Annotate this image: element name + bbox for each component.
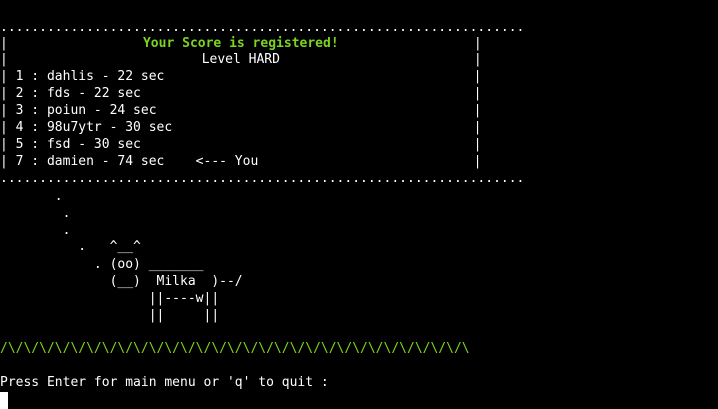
ascii-art-line: . ^__^ <box>0 239 141 254</box>
score-row: | 5 : fsd - 30 sec | <box>0 137 482 152</box>
grass-line: /\/\/\/\/\/\/\/\/\/\/\/\/\/\/\/\/\/\/\/\… <box>0 341 470 356</box>
score-registered-title: Your Score is registered! <box>142 36 339 51</box>
prompt-text: Press Enter for main menu or 'q' to quit… <box>0 375 329 390</box>
score-row: | 3 : poiun - 24 sec | <box>0 103 482 118</box>
level-label: Level HARD <box>201 52 280 67</box>
ascii-art-line: . <box>0 223 71 238</box>
score-row-current-user: | 7 : damien - 74 sec <--- You | <box>0 154 482 169</box>
score-row: | 4 : 98u7ytr - 30 sec | <box>0 120 482 135</box>
ascii-art-line: . (oo) _______ <box>0 257 204 272</box>
ascii-art-line: . <box>0 206 71 221</box>
ascii-art-line: || || <box>0 308 220 323</box>
scoreboard-border-top: ........................................… <box>0 20 525 35</box>
score-row: | 1 : dahlis - 22 sec | <box>0 69 482 84</box>
score-entry: 3 : poiun - 24 sec <box>15 103 157 118</box>
score-entry: 1 : dahlis - 22 sec <box>15 69 165 84</box>
score-row: | 2 : fds - 22 sec | <box>0 86 482 101</box>
text-cursor[interactable] <box>0 392 8 409</box>
ascii-art-line: . <box>0 189 63 204</box>
terminal-window[interactable]: ........................................… <box>0 0 718 409</box>
ascii-art-line: (__) Milka )--/ <box>0 274 243 289</box>
score-entry: 5 : fsd - 30 sec <box>15 137 141 152</box>
score-entry: 4 : 98u7ytr - 30 sec <box>15 120 173 135</box>
scoreboard-border-bottom: ........................................… <box>0 171 525 186</box>
scoreboard-level-row: | Level HARD | <box>0 52 482 67</box>
scoreboard-title-row: | Your Score is registered! | <box>0 36 482 51</box>
ascii-art-line: ||----w|| <box>0 291 220 306</box>
score-entry: 2 : fds - 22 sec <box>15 86 141 101</box>
score-entry-you: 7 : damien - 74 sec <--- You <box>15 154 259 169</box>
